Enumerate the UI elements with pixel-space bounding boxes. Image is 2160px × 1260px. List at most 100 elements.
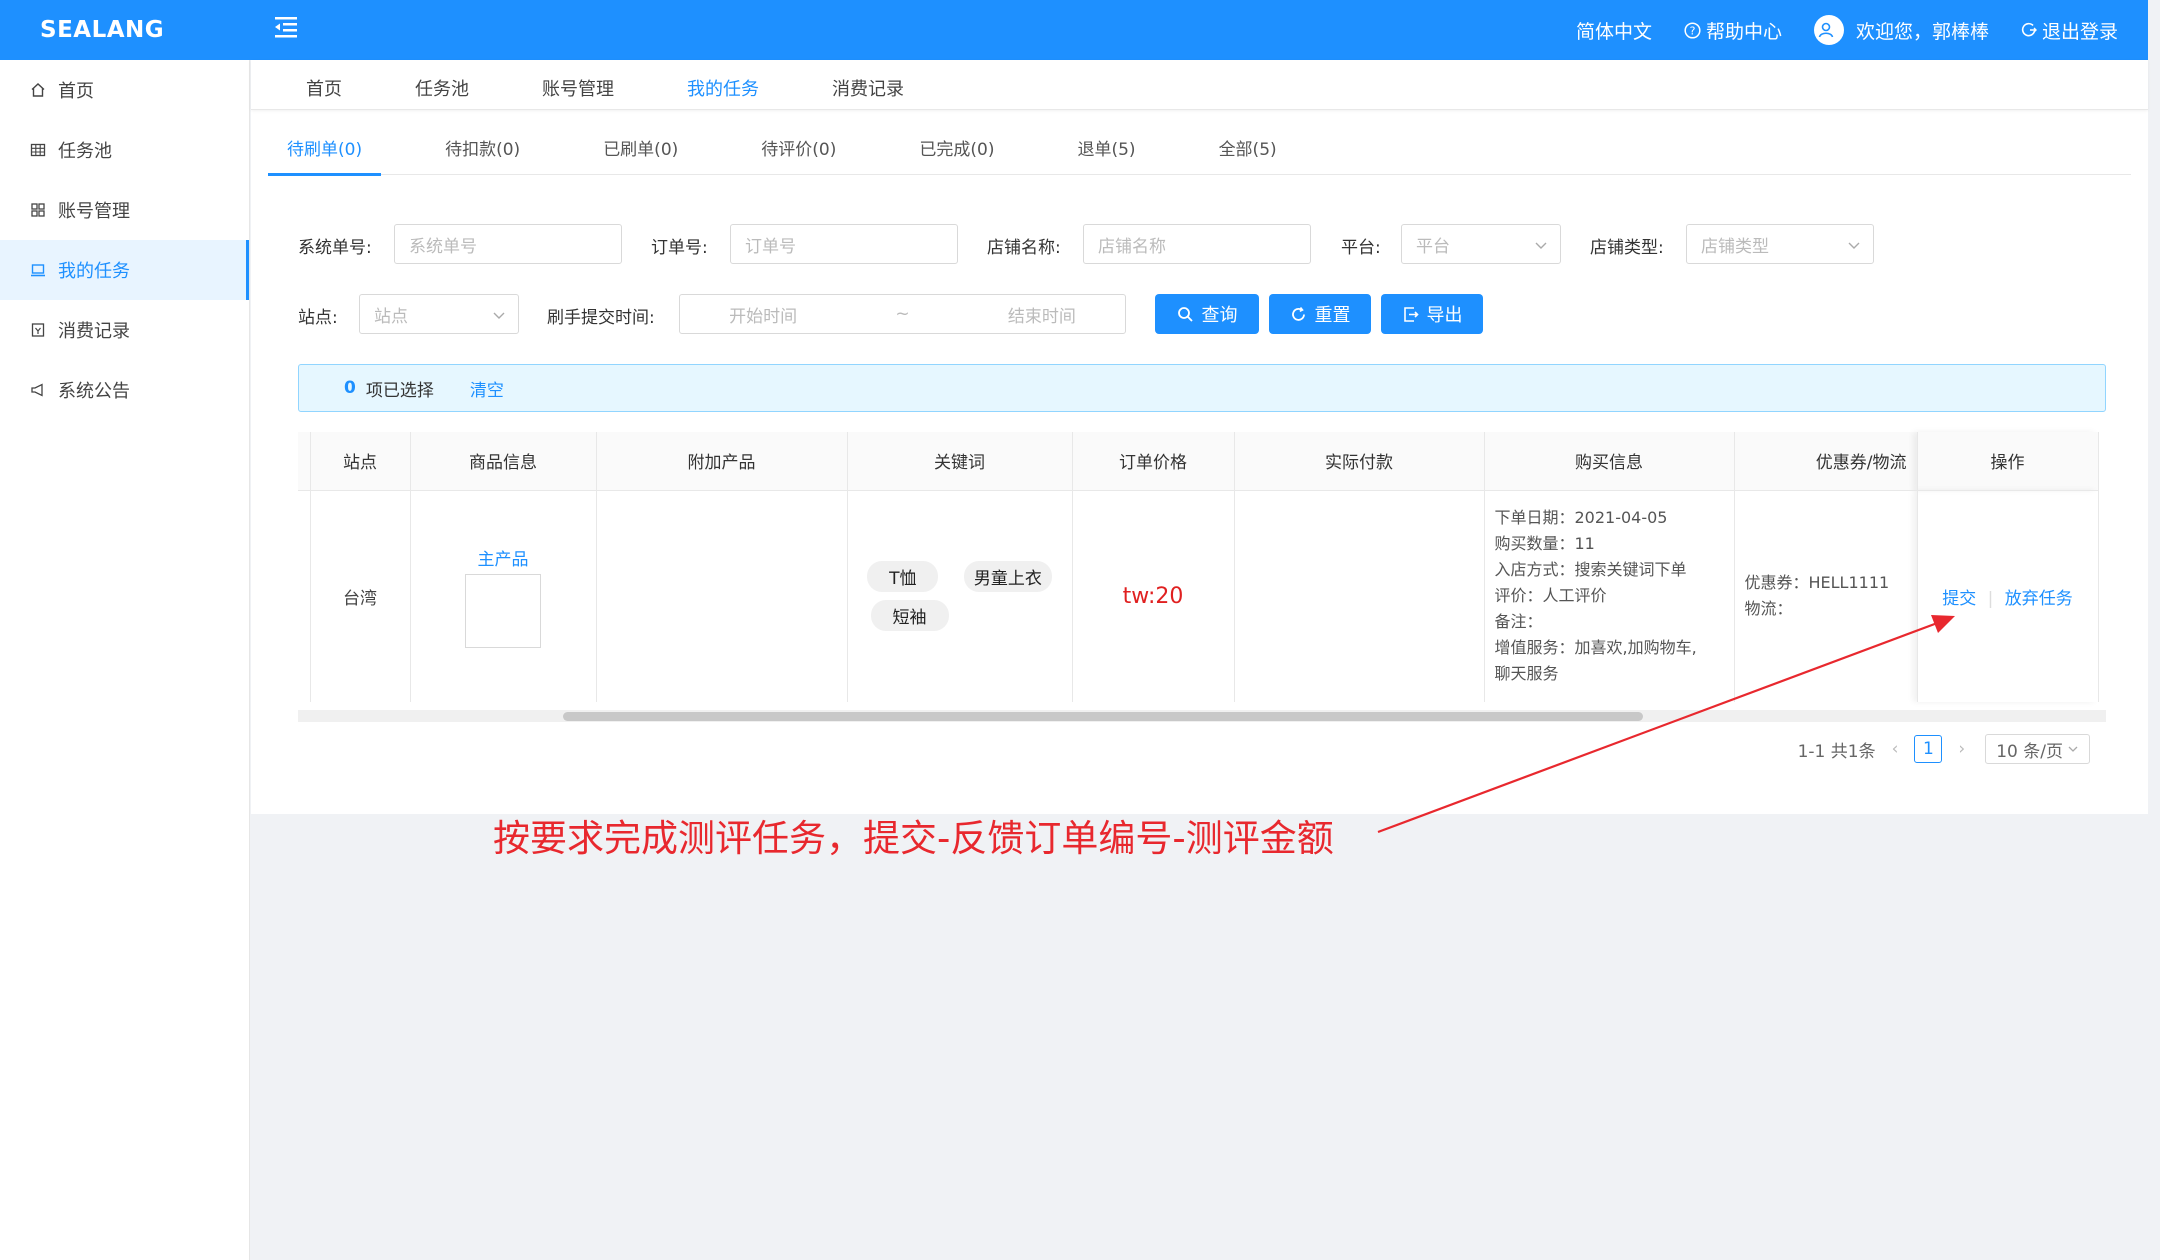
- prev-page-icon[interactable]: ‹: [1892, 739, 1899, 759]
- reset-button[interactable]: 重置: [1269, 294, 1371, 334]
- col-product: 商品信息: [410, 432, 597, 491]
- clear-selection-link[interactable]: 清空: [470, 376, 504, 401]
- export-button[interactable]: 导出: [1381, 294, 1483, 334]
- status-tab-pending-charge[interactable]: 待扣款(0): [426, 135, 539, 175]
- avatar: [1813, 15, 1844, 45]
- status-tab-completed[interactable]: 已完成(0): [900, 135, 1013, 175]
- pagination: 1-1 共1条 ‹ 1 › 10 条/页: [1798, 734, 2090, 764]
- page-nav-tabs: 首页 任务池 账号管理 我的任务 消费记录: [251, 60, 2148, 110]
- tab-home[interactable]: 首页: [306, 75, 342, 109]
- status-tab-pending-review[interactable]: 待评价(0): [742, 135, 855, 175]
- coupon-cell: 优惠券：HELL1111 物流：: [1734, 490, 1918, 702]
- tab-task-pool[interactable]: 任务池: [415, 75, 469, 109]
- page-size-label: 10 条/页: [1996, 741, 2063, 762]
- end-time-input[interactable]: 结束时间: [1008, 302, 1076, 327]
- sidebar-item-label: 首页: [58, 81, 94, 102]
- pagination-summary: 1-1 共1条: [1797, 741, 1876, 762]
- start-time-input[interactable]: 开始时间: [729, 302, 797, 327]
- horizontal-scrollbar-thumb[interactable]: [563, 712, 1643, 721]
- svg-text:?: ?: [1690, 24, 1696, 37]
- order-no-label: 订单号:: [651, 238, 708, 258]
- submit-task-link[interactable]: 提交: [1942, 589, 1976, 609]
- tab-my-tasks[interactable]: 我的任务: [687, 75, 759, 109]
- top-bar: SEALANG 简体中文 ? 帮助中心 欢迎您，郭棒棒 退出登录: [0, 0, 2148, 60]
- table-row: 台湾 主产品 T恤 男童上衣 短袖 tw:20 下单日期：2021-04-05 …: [298, 490, 2099, 702]
- refresh-icon: [1291, 306, 1305, 321]
- receipt-icon: [31, 323, 45, 337]
- site-select[interactable]: 站点: [359, 294, 519, 334]
- user-icon: [1819, 22, 1834, 38]
- logout-link[interactable]: 退出登录: [2021, 17, 2118, 44]
- order-price-cell: tw:20: [1072, 490, 1235, 702]
- language-switch[interactable]: 简体中文: [1576, 17, 1652, 44]
- query-label: 查询: [1201, 305, 1238, 326]
- annotation-text: 按要求完成测评任务，提交-反馈订单编号-测评金额: [493, 817, 1334, 860]
- task-table: 站点 商品信息 附加产品 关键词 订单价格 实际付款 购买信息 优惠券/物流 操…: [298, 432, 2106, 722]
- status-tab-all[interactable]: 全部(5): [1200, 135, 1296, 175]
- site-cell: 台湾: [310, 490, 411, 702]
- status-tab-done-brush[interactable]: 已刷单(0): [584, 135, 697, 175]
- buy-info-cell: 下单日期：2021-04-05 购买数量：11 入店方式：搜索关键词下单 评价：…: [1484, 490, 1735, 702]
- main-product-link[interactable]: 主产品: [411, 545, 596, 570]
- system-no-input[interactable]: 系统单号: [394, 224, 622, 264]
- status-tab-pending[interactable]: 待刷单(0): [268, 135, 382, 176]
- col-site: 站点: [310, 432, 411, 491]
- user-menu[interactable]: 欢迎您，郭棒棒: [1813, 15, 1989, 45]
- query-button[interactable]: 查询: [1155, 294, 1259, 334]
- platform-placeholder: 平台: [1416, 236, 1450, 257]
- action-divider: |: [1987, 588, 1994, 609]
- value-added-service: 增值服务：加喜欢,加购物车,: [1494, 638, 1697, 658]
- export-label: 导出: [1426, 305, 1463, 326]
- help-center-link[interactable]: ? 帮助中心: [1684, 17, 1782, 44]
- apps-icon: [31, 203, 45, 217]
- entry-method: 入店方式：搜索关键词下单: [1494, 560, 1687, 580]
- site-placeholder: 站点: [374, 306, 408, 327]
- abandon-task-link[interactable]: 放弃任务: [2005, 589, 2073, 609]
- platform-select[interactable]: 平台: [1401, 224, 1561, 264]
- status-tab-refund[interactable]: 退单(5): [1058, 135, 1154, 175]
- reset-label: 重置: [1314, 305, 1351, 326]
- sidebar-item-my-tasks[interactable]: 我的任务: [0, 240, 249, 300]
- col-order-price: 订单价格: [1072, 432, 1235, 491]
- shop-type-placeholder: 店铺类型: [1701, 236, 1769, 257]
- submit-time-label: 刷手提交时间:: [547, 308, 655, 328]
- chevron-down-icon: [1535, 242, 1547, 249]
- col-actions: 操作: [1917, 432, 2099, 491]
- sidebar-item-label: 任务池: [58, 141, 112, 162]
- laptop-icon: [31, 264, 45, 277]
- product-cell: 主产品: [410, 490, 597, 702]
- buy-quantity: 购买数量：11: [1494, 534, 1595, 554]
- col-keywords: 关键词: [847, 432, 1073, 491]
- sidebar-item-task-pool[interactable]: 任务池: [0, 120, 249, 180]
- chevron-down-icon: [1848, 242, 1860, 249]
- chevron-down-icon: [493, 312, 505, 319]
- submit-time-range[interactable]: 开始时间 ~ 结束时间: [679, 294, 1126, 334]
- page-number[interactable]: 1: [1914, 735, 1943, 763]
- system-no-label: 系统单号:: [298, 238, 372, 258]
- shop-type-label: 店铺类型:: [1590, 238, 1664, 258]
- shop-type-select[interactable]: 店铺类型: [1686, 224, 1874, 264]
- coupon-code: 优惠券：HELL1111: [1744, 573, 1890, 593]
- megaphone-icon: [31, 383, 43, 397]
- page-size-select[interactable]: 10 条/页: [1985, 734, 2090, 764]
- actions-cell: 提交 | 放弃任务: [1917, 490, 2099, 702]
- selected-text: 项已选择: [365, 380, 434, 401]
- selected-count: 0: [344, 378, 356, 398]
- tab-accounts[interactable]: 账号管理: [542, 75, 614, 109]
- site-label: 站点:: [298, 308, 338, 328]
- grid-icon: [30, 143, 46, 157]
- platform-label: 平台:: [1341, 238, 1381, 258]
- col-actual-payment: 实际付款: [1234, 432, 1485, 491]
- next-page-icon[interactable]: ›: [1958, 739, 1965, 759]
- help-label: 帮助中心: [1705, 20, 1782, 43]
- sidebar-item-consumption[interactable]: 消费记录: [0, 300, 249, 360]
- shop-name-input[interactable]: 店铺名称: [1083, 224, 1311, 264]
- tab-consumption[interactable]: 消费记录: [832, 75, 904, 109]
- sidebar-item-home[interactable]: 首页: [0, 60, 249, 120]
- product-image[interactable]: [465, 573, 541, 648]
- sidebar-item-accounts[interactable]: 账号管理: [0, 180, 249, 240]
- sidebar-item-announcements[interactable]: 系统公告: [0, 360, 249, 420]
- order-no-input[interactable]: 订单号: [730, 224, 958, 264]
- home-icon: [31, 83, 45, 97]
- menu-collapse-icon[interactable]: [272, 14, 300, 40]
